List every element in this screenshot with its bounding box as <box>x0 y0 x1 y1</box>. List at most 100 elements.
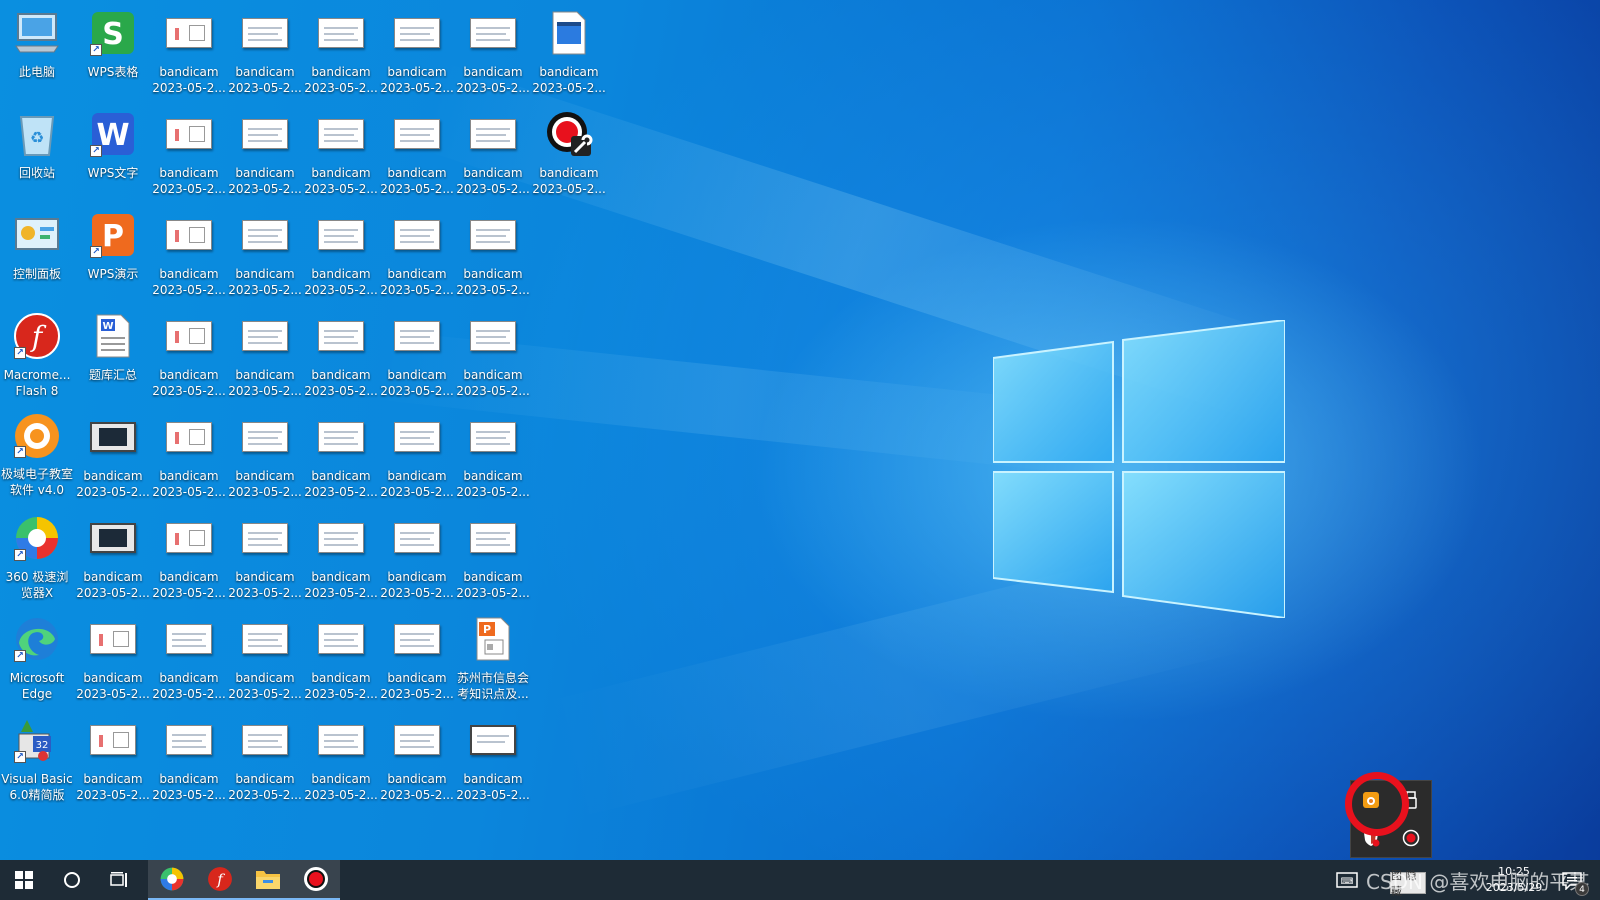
desktop-icon-label: 控制面板 <box>12 267 61 281</box>
desktop-icon-bandicam-image[interactable]: bandicam 2023-05-2... <box>380 101 454 197</box>
svg-text:S: S <box>102 17 124 52</box>
desktop-icon-bandicam-image[interactable]: bandicam 2023-05-2... <box>380 202 454 298</box>
taskbar-file-explorer[interactable] <box>244 860 292 900</box>
image-thumbnail-icon <box>316 210 366 260</box>
desktop-icon-bandicam-video[interactable]: bandicam 2023-05-2... <box>76 404 150 500</box>
desktop-icon-bandicam-image[interactable]: bandicam 2023-05-2... <box>456 202 530 298</box>
desktop-icon-bandicam-image[interactable]: bandicam 2023-05-2... <box>228 303 302 399</box>
desktop-icon-label: 苏州市信息会 考知识点及... <box>456 671 529 701</box>
desktop-icon-label: bandicam 2023-05-2... <box>152 368 226 398</box>
desktop-icon-bandicam-image[interactable]: bandicam 2023-05-2... <box>456 404 530 500</box>
desktop-icon-bandicam-image[interactable]: bandicam 2023-05-2... <box>228 202 302 298</box>
image-thumbnail-icon <box>392 210 442 260</box>
desktop-icon-control-panel[interactable]: 控制面板 <box>0 202 74 298</box>
desktop-icon-bandicam-image[interactable]: bandicam 2023-05-2... <box>304 202 378 298</box>
desktop-icon-bandicam-image[interactable]: bandicam 2023-05-2... <box>304 101 378 197</box>
taskbar-360-browser[interactable] <box>148 860 196 900</box>
desktop-icon-visual-basic[interactable]: 32 ↗ Visual Basic 6.0精简版 <box>0 707 74 803</box>
keyboard-ime-icon[interactable]: ⌨ <box>1330 860 1364 900</box>
desktop-icon-recycle-bin[interactable]: ♻ 回收站 <box>0 101 74 197</box>
desktop-icon-bandicam-image[interactable]: bandicam 2023-05-2... <box>304 707 378 803</box>
tray-overflow-popup <box>1350 780 1432 858</box>
desktop-icon-label: bandicam 2023-05-2... <box>456 368 530 398</box>
image-thumbnail-icon <box>468 8 518 58</box>
desktop-icon-bandicam-image[interactable]: bandicam 2023-05-2... <box>152 404 226 500</box>
desktop-icon-bandicam-image[interactable]: bandicam 2023-05-2... <box>228 101 302 197</box>
desktop-icon-bandicam-image[interactable]: bandicam 2023-05-2... <box>152 606 226 702</box>
image-thumbnail-icon <box>164 109 214 159</box>
desktop-icon-bandicam-image[interactable]: bandicam 2023-05-2... <box>228 606 302 702</box>
desktop-icon-bandicam-image[interactable]: bandicam 2023-05-2... <box>152 707 226 803</box>
record-icon[interactable] <box>1391 819 1431 857</box>
desktop-icon-bandicam-image[interactable]: bandicam 2023-05-2... <box>304 0 378 96</box>
wps-spreadsheet-icon: S ↗ <box>88 8 138 58</box>
usb-device-icon[interactable] <box>1391 781 1431 819</box>
desktop-icon-jiyu-classroom[interactable]: ↗ 极域电子教室 软件 v4.0 2... <box>0 404 74 500</box>
desktop-icon-bandicam-image[interactable]: bandicam 2023-05-2... <box>380 606 454 702</box>
taskbar-bandicam[interactable] <box>292 860 340 900</box>
desktop-icon-bandicam-image[interactable]: bandicam 2023-05-2... <box>380 0 454 96</box>
desktop-icon-bandicam-image[interactable]: bandicam 2023-05-2... <box>304 404 378 500</box>
desktop-icon-bandicam-image[interactable]: bandicam 2023-05-2... <box>228 0 302 96</box>
image-thumbnail-icon <box>316 715 366 765</box>
desktop-icon-label: WPS表格 <box>87 65 139 79</box>
shortcut-arrow-icon: ↗ <box>14 650 26 662</box>
desktop-icon-bandicam-app[interactable]: bandicam 2023-05-2... <box>532 101 606 197</box>
desktop-icon-wps-presentation[interactable]: P ↗ WPS演示 <box>76 202 150 298</box>
search-button[interactable] <box>48 860 96 900</box>
desktop-icon-bandicam-image[interactable]: bandicam 2023-05-2... <box>456 505 530 601</box>
desktop-icon-bandicam-image[interactable]: bandicam 2023-05-2... <box>380 303 454 399</box>
desktop-icon-bandicam-video-file[interactable]: bandicam 2023-05-2... <box>532 0 606 96</box>
desktop-icon-label: bandicam 2023-05-2... <box>228 772 302 802</box>
image-thumbnail-icon <box>164 614 214 664</box>
desktop-icon-this-pc[interactable]: 此电脑 <box>0 0 74 96</box>
flash-icon: f <box>208 867 232 891</box>
shortcut-arrow-icon: ↗ <box>14 446 26 458</box>
desktop-icon-bandicam-image[interactable]: bandicam 2023-05-2... <box>152 0 226 96</box>
desktop-icon-label: bandicam 2023-05-2... <box>304 166 378 196</box>
desktop-icon-bandicam-image[interactable]: bandicam 2023-05-2... <box>456 303 530 399</box>
security-shield-icon[interactable] <box>1351 819 1391 857</box>
desktop-icon-bandicam-image[interactable]: bandicam 2023-05-2... <box>380 707 454 803</box>
desktop-icon-label: bandicam 2023-05-2... <box>76 570 150 600</box>
control-panel-icon <box>12 210 62 260</box>
desktop-icon-bandicam-image[interactable]: bandicam 2023-05-2... <box>76 707 150 803</box>
task-view-button[interactable] <box>96 860 144 900</box>
desktop-icon-bandicam-image[interactable]: bandicam 2023-05-2... <box>228 505 302 601</box>
desktop-icon-bandicam-image[interactable]: bandicam 2023-05-2... <box>456 0 530 96</box>
desktop-icon-bandicam-image[interactable]: bandicam 2023-05-2... <box>304 505 378 601</box>
desktop-icon-bandicam-image[interactable]: bandicam 2023-05-2... <box>228 404 302 500</box>
desktop-icon-edge[interactable]: ↗ Microsoft Edge <box>0 606 74 702</box>
desktop-icon-bandicam-image[interactable]: bandicam 2023-05-2... <box>152 303 226 399</box>
desktop-icon-label: bandicam 2023-05-2... <box>152 671 226 701</box>
desktop-icon-suzhou-ppt[interactable]: P 苏州市信息会 考知识点及... <box>456 606 530 702</box>
desktop-icon-bandicam-image[interactable]: bandicam 2023-05-2... <box>152 202 226 298</box>
start-button[interactable] <box>0 860 48 900</box>
desktop-icon-bandicam-image[interactable]: bandicam 2023-05-2... <box>380 505 454 601</box>
taskbar-flash[interactable]: f <box>196 860 244 900</box>
desktop-icon-flash[interactable]: f ↗ Macrome... Flash 8 <box>0 303 74 399</box>
desktop-icon-question-bank[interactable]: W 题库汇总 <box>76 303 150 399</box>
bandicam-tray-icon[interactable] <box>1351 781 1391 819</box>
desktop-icon-bandicam-video[interactable]: bandicam 2023-05-2... <box>456 707 530 803</box>
desktop-icon-bandicam-image[interactable]: bandicam 2023-05-2... <box>304 303 378 399</box>
360-browser-icon <box>160 867 184 891</box>
desktop-icon-wps-writer[interactable]: W ↗ WPS文字 <box>76 101 150 197</box>
desktop-icon-label: Microsoft Edge <box>9 671 65 701</box>
desktop-icon-bandicam-image[interactable]: bandicam 2023-05-2... <box>228 707 302 803</box>
desktop-icon-bandicam-image[interactable]: bandicam 2023-05-2... <box>152 101 226 197</box>
desktop-icon-bandicam-image[interactable]: bandicam 2023-05-2... <box>152 505 226 601</box>
desktop-icon-bandicam-image[interactable]: bandicam 2023-05-2... <box>456 101 530 197</box>
desktop-icon-wps-spreadsheet[interactable]: S ↗ WPS表格 <box>76 0 150 96</box>
desktop-icon-360-browser[interactable]: ↗ 360 极速浏 览器X <box>0 505 74 601</box>
wps-ppt-file-icon: P <box>468 614 518 664</box>
desktop-icon-bandicam-video[interactable]: bandicam 2023-05-2... <box>76 505 150 601</box>
action-center-button[interactable]: 4 <box>1558 868 1589 896</box>
desktop-icon-label: bandicam 2023-05-2... <box>380 570 454 600</box>
wps-presentation-icon: P ↗ <box>88 210 138 260</box>
desktop-icon-bandicam-image[interactable]: bandicam 2023-05-2... <box>380 404 454 500</box>
image-thumbnail-icon <box>316 513 366 563</box>
desktop-icon-label: 回收站 <box>18 166 55 180</box>
desktop-icon-bandicam-image[interactable]: bandicam 2023-05-2... <box>76 606 150 702</box>
desktop-icon-bandicam-image[interactable]: bandicam 2023-05-2... <box>304 606 378 702</box>
